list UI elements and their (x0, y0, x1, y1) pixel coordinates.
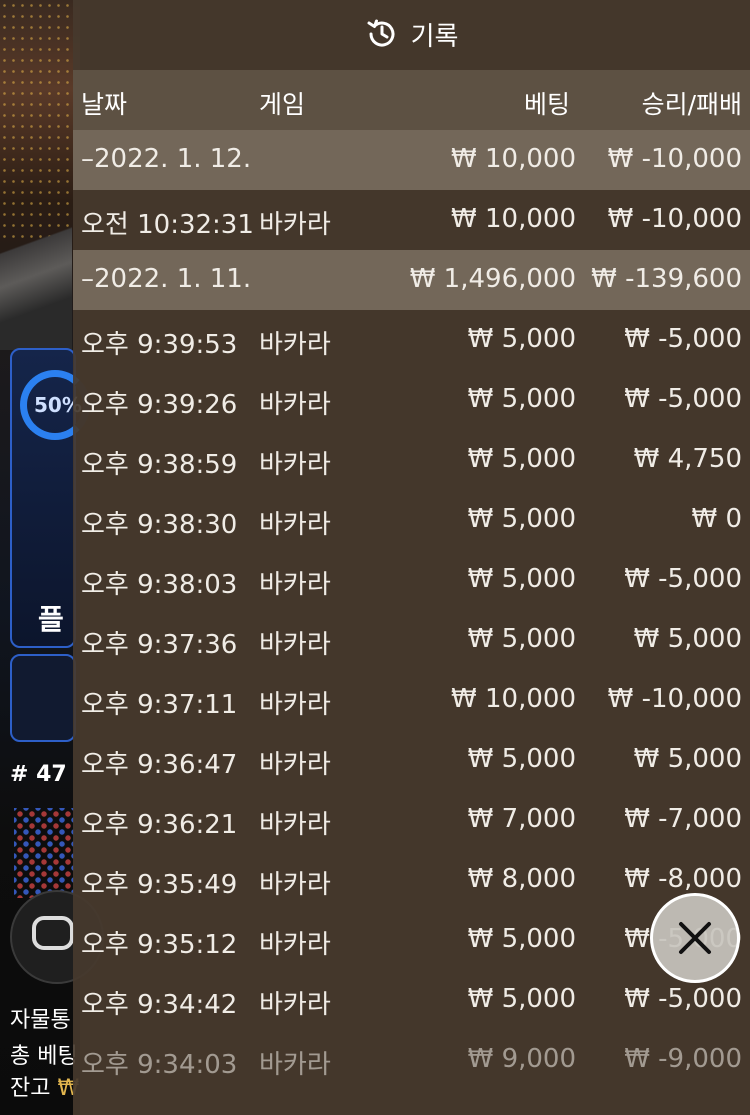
row-game: 바카라 (259, 510, 331, 540)
round-number: # 47 (10, 762, 67, 787)
autoplay-label: 자물통 (10, 1008, 71, 1033)
row-result: ₩ -5,000 (624, 324, 742, 354)
row-date: 오전 10:32:31 (81, 210, 254, 240)
history-row[interactable]: 오후 9:38:59 바카라 ₩ 5,000 ₩ 4,750 (73, 430, 750, 490)
row-date: 오후 9:35:49 (81, 870, 238, 900)
history-column-header: 날짜 게임 베팅 승리/패배 (73, 70, 750, 130)
row-bet: ₩ 5,000 (467, 744, 576, 774)
row-date: 오후 9:35:12 (81, 930, 238, 960)
row-date: 오후 9:38:30 (81, 510, 238, 540)
side-bet-spot[interactable] (10, 654, 76, 742)
row-game: 바카라 (259, 450, 331, 480)
history-row[interactable]: 오후 9:37:36 바카라 ₩ 5,000 ₩ 5,000 (73, 610, 750, 670)
row-game: 바카라 (259, 390, 331, 420)
history-row[interactable]: 오후 9:34:03 바카라 ₩ 9,000 ₩ -9,000 (73, 1030, 750, 1090)
row-bet: ₩ 5,000 (467, 324, 576, 354)
row-game: 바카라 (259, 810, 331, 840)
row-result: ₩ -10,000 (607, 144, 742, 174)
history-row[interactable]: 오후 9:35:49 바카라 ₩ 8,000 ₩ -8,000 (73, 850, 750, 910)
row-date: 오후 9:38:03 (81, 570, 238, 600)
row-game: 바카라 (259, 1050, 331, 1080)
row-bet: ₩ 10,000 (451, 144, 576, 174)
date-group-row[interactable]: –2022. 1. 12. ₩ 10,000 ₩ -10,000 (73, 130, 750, 190)
row-result: ₩ 5,000 (633, 624, 742, 654)
history-icon (367, 19, 395, 47)
row-result: ₩ -5,000 (624, 564, 742, 594)
history-row[interactable]: 오후 9:36:47 바카라 ₩ 5,000 ₩ 5,000 (73, 730, 750, 790)
row-game: 바카라 (259, 690, 331, 720)
column-game: 게임 (259, 90, 306, 119)
history-row[interactable]: 오전 10:32:31 바카라 ₩ 10,000 ₩ -10,000 (73, 190, 750, 250)
row-date: 오후 9:34:03 (81, 1050, 238, 1080)
row-date: 오후 9:34:42 (81, 990, 238, 1020)
row-result: ₩ 4,750 (633, 444, 742, 474)
row-result: ₩ -5,000 (624, 984, 742, 1014)
bead-road (14, 808, 74, 898)
row-date: 오후 9:37:11 (81, 690, 238, 720)
row-bet: ₩ 10,000 (451, 204, 576, 234)
row-bet: ₩ 7,000 (467, 804, 576, 834)
row-result: ₩ -10,000 (607, 204, 742, 234)
row-game: 바카라 (259, 870, 331, 900)
history-title: 기록 (410, 21, 459, 52)
row-game: 바카라 (259, 570, 331, 600)
column-date: 날짜 (81, 90, 128, 119)
row-bet: ₩ 5,000 (467, 504, 576, 534)
history-row[interactable]: 오후 9:34:42 바카라 ₩ 5,000 ₩ -5,000 (73, 970, 750, 1030)
history-row[interactable]: 오후 9:37:11 바카라 ₩ 10,000 ₩ -10,000 (73, 670, 750, 730)
history-row[interactable]: 오후 9:36:21 바카라 ₩ 7,000 ₩ -7,000 (73, 790, 750, 850)
row-bet: ₩ 9,000 (467, 1044, 576, 1074)
row-bet: ₩ 5,000 (467, 624, 576, 654)
row-game: 바카라 (259, 930, 331, 960)
row-game: 바카라 (259, 750, 331, 780)
row-date: 오후 9:39:26 (81, 390, 238, 420)
row-game: 바카라 (259, 990, 331, 1020)
row-result: ₩ 0 (691, 504, 742, 534)
row-game: 바카라 (259, 330, 331, 360)
row-bet: ₩ 5,000 (467, 984, 576, 1014)
date-group-row[interactable]: –2022. 1. 11. ₩ 1,496,000 ₩ -139,600 (73, 250, 750, 310)
balance-label: 잔고 ₩ (10, 1076, 80, 1101)
player-label: 플 (38, 603, 64, 636)
row-bet: ₩ 8,000 (467, 864, 576, 894)
chip-icon (32, 916, 74, 950)
row-result: ₩ 5,000 (633, 744, 742, 774)
row-result: ₩ -7,000 (624, 804, 742, 834)
row-date: 오후 9:36:47 (81, 750, 238, 780)
row-bet: ₩ 5,000 (467, 564, 576, 594)
row-result: ₩ -9,000 (624, 1044, 742, 1074)
history-row[interactable]: 오후 9:39:26 바카라 ₩ 5,000 ₩ -5,000 (73, 370, 750, 430)
row-result: ₩ -10,000 (607, 684, 742, 714)
row-result: ₩ -8,000 (624, 864, 742, 894)
row-date: 오후 9:39:53 (81, 330, 238, 360)
row-bet: ₩ 10,000 (451, 684, 576, 714)
history-row[interactable]: 오후 9:35:12바카라₩ 5,000₩ -5,000 (73, 910, 750, 970)
row-bet: ₩ 5,000 (467, 444, 576, 474)
row-result: ₩ -5,000 (624, 384, 742, 414)
card-shoe (0, 200, 72, 350)
row-bet: ₩ 1,496,000 (409, 264, 576, 294)
history-row[interactable]: 오후 9:38:30 바카라 ₩ 5,000 ₩ 0 (73, 490, 750, 550)
column-bet: 베팅 (523, 90, 570, 119)
row-result: ₩ -139,600 (591, 264, 742, 294)
history-header: 기록 (73, 0, 750, 68)
row-bet: ₩ 5,000 (467, 924, 576, 954)
history-row[interactable]: 오후 9:39:53 바카라 ₩ 5,000 ₩ -5,000 (73, 310, 750, 370)
row-game: 바카라 (259, 630, 331, 660)
row-date: 오후 9:37:36 (81, 630, 238, 660)
history-row[interactable]: 오후 9:38:03 바카라 ₩ 5,000 ₩ -5,000 (73, 550, 750, 610)
row-date: –2022. 1. 11. (81, 264, 252, 294)
row-game: 바카라 (259, 210, 331, 240)
close-button[interactable] (650, 893, 740, 983)
close-icon (679, 922, 711, 954)
row-date: –2022. 1. 12. (81, 144, 252, 174)
total-bet-label: 총 베팅 (10, 1044, 78, 1069)
column-result: 승리/패배 (641, 90, 742, 119)
row-bet: ₩ 5,000 (467, 384, 576, 414)
row-date: 오후 9:38:59 (81, 450, 238, 480)
row-date: 오후 9:36:21 (81, 810, 238, 840)
